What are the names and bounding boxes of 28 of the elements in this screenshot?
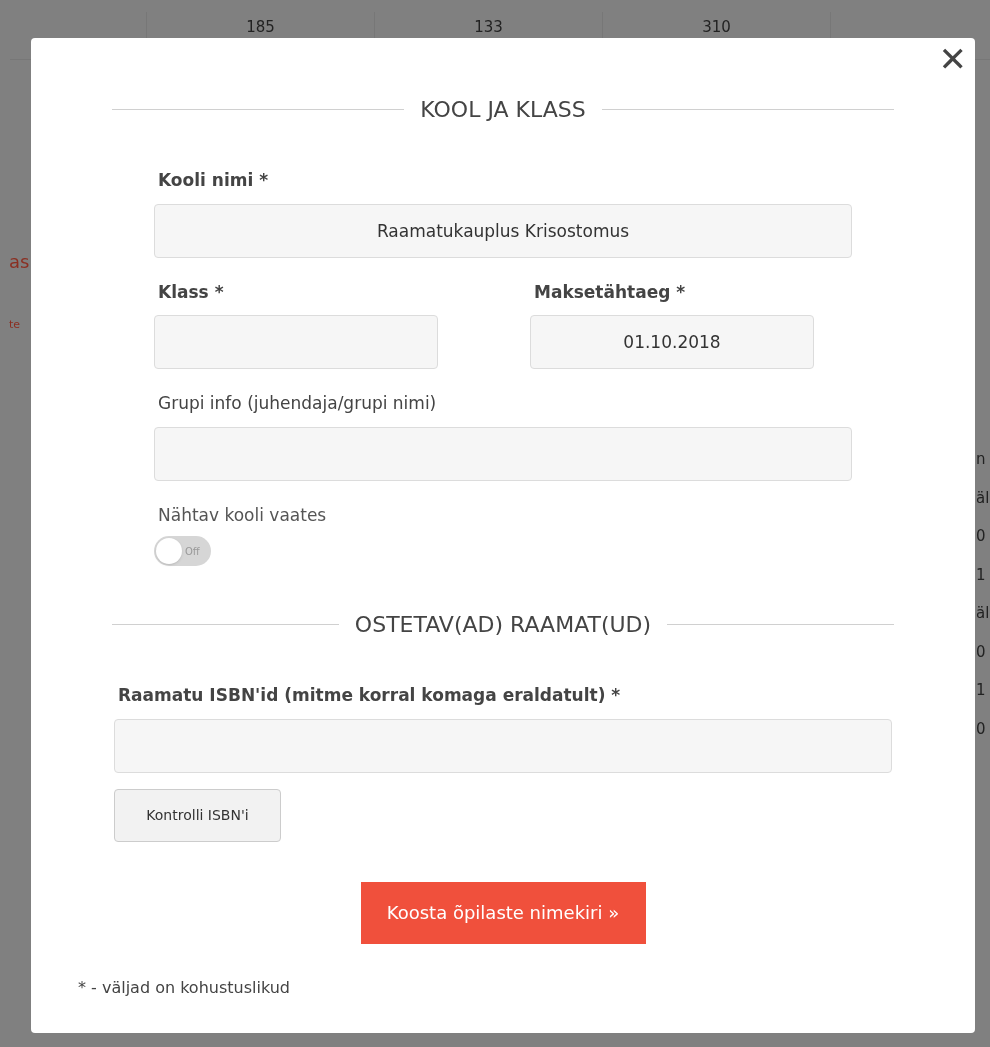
- input-field[interactable]: [114, 718, 892, 773]
- background-text: te: [9, 317, 22, 333]
- background-text: 0: [976, 526, 987, 547]
- submit-button[interactable]: Koosta õpilaste nimekiri »: [360, 881, 646, 944]
- input-field[interactable]: [154, 315, 438, 369]
- background-text: 1: [976, 564, 987, 586]
- background-text: 1: [976, 680, 987, 701]
- background-text: äl: [976, 487, 990, 509]
- background-text: 0: [976, 718, 987, 740]
- background-text: n: [976, 449, 987, 470]
- background-text: äl: [976, 603, 990, 624]
- section-title: KOOL JA KLASS: [420, 96, 586, 124]
- field-label: Klass *: [157, 280, 225, 304]
- toggle-state-label: Off: [185, 544, 200, 559]
- input-field[interactable]: Raamatukauplus Krisostomus: [154, 203, 852, 258]
- field-label: Grupi info (juhendaja/grupi nimi): [157, 392, 438, 415]
- field-label: Raamatu ISBN'id (mitme korral komaga eraldatult) *: [117, 684, 622, 707]
- check-isbn-button[interactable]: Kontrolli ISBN'i: [114, 788, 281, 842]
- background-text: as: [9, 250, 30, 274]
- close-button[interactable]: ✕: [938, 42, 967, 76]
- field-label: Kooli nimi *: [157, 169, 270, 192]
- section-title: OSTETAV(AD) RAAMAT(UD): [354, 611, 652, 639]
- input-field[interactable]: [154, 426, 852, 481]
- field-label: Maksetähtaeg *: [533, 280, 687, 304]
- footnote: * - väljad on kohustuslikud: [78, 977, 290, 997]
- field-label: Nähtav kooli vaates: [157, 503, 328, 527]
- background-text: 0: [976, 641, 987, 663]
- input-field[interactable]: 01.10.2018: [530, 315, 814, 369]
